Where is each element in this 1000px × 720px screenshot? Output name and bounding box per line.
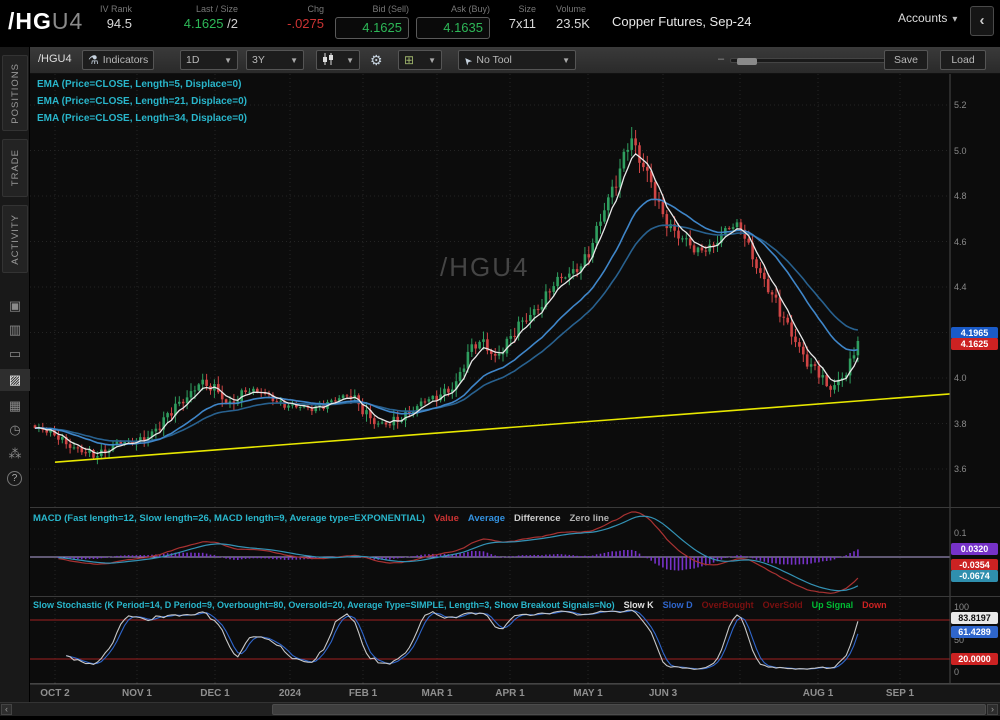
axis-value-bubble: 0.0320 [951,543,998,555]
chart-scrollbar: ‹ › [0,702,1000,716]
macd-legend-average: Average [468,513,505,524]
macd-legend-value: Value [434,513,459,524]
price-axis-tick: 4.6 [954,237,967,247]
price-axis-tick: 5.2 [954,100,967,110]
time-axis[interactable]: OCT 2 NOV 1 DEC 1 2024 FEB 1 MAR 1 APR 1 MAY 1 J… [30,684,1000,702]
stoch-axis-tick: 0 [954,667,959,677]
stoch-legend-oversold: OverSold [763,600,803,610]
stoch-legend-upsignal: Up Signal [812,600,854,610]
stoch-label: Slow Stochastic (K Period=14, D Period=9… [33,600,615,610]
time-axis-label: MAR 1 [415,688,459,699]
trading-platform-window: /HGU4 IV Rank 94.5 Last / Size 4.1625 /2… [0,0,1000,720]
price-axis-tick: 4.4 [954,282,967,292]
time-axis-label: APR 1 [488,688,532,699]
ema34-study-label[interactable]: EMA (Price=CLOSE, Length=34, Displace=0) [37,110,247,127]
price-axis-tick: 3.8 [954,419,967,429]
time-axis-label: JUN 3 [641,688,685,699]
axis-value-bubble: 83.8197 [951,612,998,624]
axis-value-bubble: 20.0000 [951,653,998,665]
scrollbar-handle[interactable] [272,704,986,715]
axis-value-bubble: 4.1625 [951,338,998,350]
time-axis-label: DEC 1 [193,688,237,699]
stoch-legend-overbought: OverBought [702,600,754,610]
scroll-left-arrow[interactable]: ‹ [1,704,12,715]
stoch-study-label[interactable]: Slow Stochastic (K Period=14, D Period=9… [33,600,887,610]
macd-legend-difference: Difference [514,513,560,524]
stoch-axis-tick: 100 [954,602,969,612]
macd-label: MACD (Fast length=12, Slow length=26, MA… [33,513,425,524]
macd-legend-zeroline: Zero line [570,513,610,524]
price-study-labels: EMA (Price=CLOSE, Length=5, Displace=0) … [37,76,247,127]
stoch-legend-downsignal: Down [862,600,887,610]
macd-study-label[interactable]: MACD (Fast length=12, Slow length=26, MA… [33,513,609,524]
macd-axis-tick: 0.1 [954,528,967,538]
stoch-legend-slowd: Slow D [663,600,693,610]
symbol-watermark: /HGU4 [440,252,529,283]
price-axis-tick: 4.8 [954,191,967,201]
stoch-legend-slowk: Slow K [624,600,654,610]
time-axis-label: 2024 [268,688,312,699]
ema5-study-label[interactable]: EMA (Price=CLOSE, Length=5, Displace=0) [37,76,247,93]
axis-value-bubble: 61.4289 [951,626,998,638]
time-axis-label: NOV 1 [115,688,159,699]
time-axis-label: AUG 1 [796,688,840,699]
ema21-study-label[interactable]: EMA (Price=CLOSE, Length=21, Displace=0) [37,93,247,110]
price-axis-tick: 4.0 [954,373,967,383]
price-axis-tick: 3.6 [954,464,967,474]
price-axis-tick: 5.0 [954,146,967,156]
time-axis-label: OCT 2 [33,688,77,699]
time-axis-label: FEB 1 [341,688,385,699]
scroll-right-arrow[interactable]: › [987,704,998,715]
time-axis-label: SEP 1 [878,688,922,699]
time-axis-label: MAY 1 [566,688,610,699]
axis-value-bubble: -0.0674 [951,570,998,582]
